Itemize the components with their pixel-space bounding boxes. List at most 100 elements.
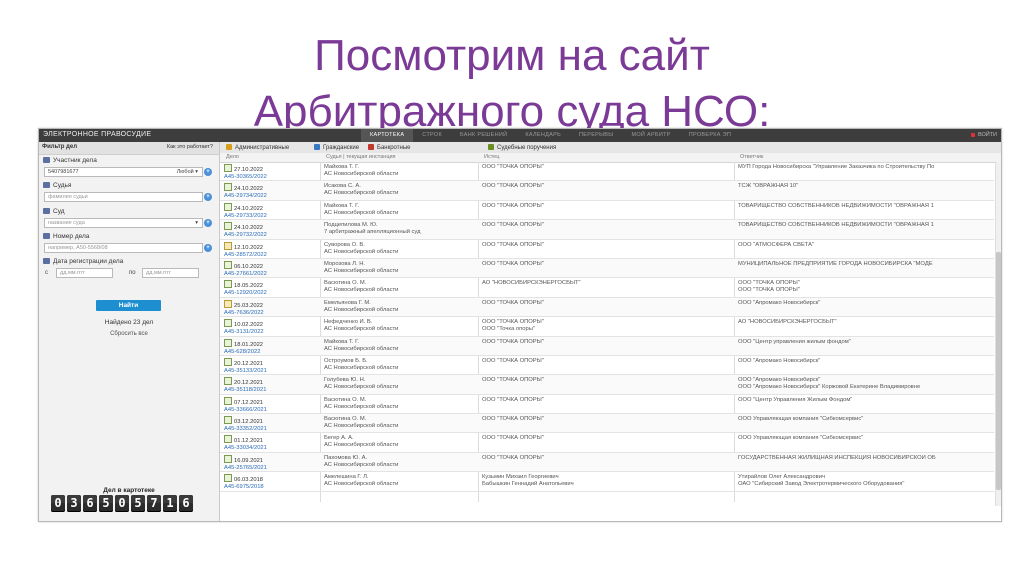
plaintiff-name[interactable]: ООО "ТОЧКА ОПОРЫ" — [482, 222, 730, 229]
table-row[interactable]: 25.03.2022 А45-7636/2022 Емельянова Г. М. А… — [220, 297, 994, 318]
defendant-name[interactable]: ООО Управляющая компания "Сибкомсервис" — [738, 435, 988, 442]
defendant-name[interactable]: ООО "Центр управления жилым фондом" — [738, 339, 988, 346]
table-row[interactable]: 20.12.2021 А45-35133/2021 Остроумов Б. Б. А… — [220, 356, 994, 376]
plaintiff-name[interactable]: ООО "ТОЧКА ОПОРЫ" — [482, 242, 730, 249]
plaintiff-name[interactable]: ООО "ТОЧКА ОПОРЫ" — [482, 377, 730, 384]
table-row[interactable]: 07.12.2021 А45-33666/2021 Васютина О. М. АС… — [220, 395, 994, 415]
defendant-name[interactable]: ООО "Апромако Новосибирск" — [738, 358, 988, 365]
plaintiff-name-2[interactable]: Бабышкин Геннадий Анатольевич — [482, 481, 730, 488]
plaintiff-name[interactable]: ООО "ТОЧКА ОПОРЫ" — [482, 358, 730, 365]
defendant-name[interactable]: ТСЖ "ОВРАЖНАЯ 10" — [738, 183, 988, 190]
plaintiff-name[interactable]: ООО "ТОЧКА ОПОРЫ" — [482, 455, 730, 462]
table-row[interactable]: 18.01.2022 А45-628/2022 Майкова Т. Г. АС Но… — [220, 336, 994, 356]
case-number-link[interactable]: А45-6975/2018 — [224, 484, 319, 491]
plaintiff-name[interactable]: ООО "ТОЧКА ОПОРЫ" — [482, 203, 730, 210]
defendant-name[interactable]: ООО "Центр Управления Жилым Фондом" — [738, 397, 988, 404]
reset-all-link[interactable]: Сбросить все — [39, 331, 219, 337]
table-row[interactable]: 20.12.2021 А45-35118/2021 Голубева Ю. Н. АС… — [220, 375, 994, 395]
defendant-name-2[interactable]: ООО "ТОЧКА ОПОРЫ" — [738, 287, 988, 294]
plaintiff-name[interactable]: ООО "ТОЧКА ОПОРЫ" — [482, 261, 730, 268]
col-case[interactable]: Дело — [226, 154, 239, 160]
defendant-name[interactable]: АО "НОВОСИБИРСКЭНЕРГОСБЫТ" — [738, 319, 988, 326]
table-row[interactable]: 06.10.2022 А45-27661/2022 Морозова Л. Н. АС… — [220, 258, 994, 279]
add-participant-button[interactable]: + — [204, 168, 212, 176]
participant-input[interactable]: 5407981677 Любой ▾ — [44, 167, 203, 177]
tab-bankruptcy[interactable]: Банкротные — [368, 144, 410, 151]
defendant-name[interactable]: МУП Города Новосибирска "Управление Зака… — [738, 164, 988, 171]
case-number-link[interactable]: А45-7636/2022 — [224, 310, 319, 317]
table-row[interactable]: 18.05.2022 А45-12920/2022 Васютина О. М. АС… — [220, 278, 994, 298]
plaintiff-name[interactable]: ООО "ТОЧКА ОПОРЫ" — [482, 300, 730, 307]
defendant-name-2[interactable]: ООО "Апромако Новосибирск" Коржовой Екат… — [738, 384, 988, 391]
add-case-number-button[interactable]: + — [204, 244, 212, 252]
table-row[interactable]: 24.10.2022 А45-29734/2022 Исакова С. А. АС … — [220, 181, 994, 201]
case-number-link[interactable]: А45-30365/2022 — [224, 174, 319, 181]
table-row[interactable]: 10.02.2022 А45-3131/2022 Нефедченко И. В. А… — [220, 317, 994, 337]
defendant-name[interactable]: ООО "АТМОСФЕРА СВЕТА" — [738, 242, 988, 249]
defendant-name[interactable]: МУНИЦИПАЛЬНОЕ ПРЕДПРИЯТИЕ ГОРОДА НОВОСИБ… — [738, 261, 988, 268]
table-row[interactable]: 16.09.2021 А45-25765/2021 Пахомова Ю. А. АС… — [220, 452, 994, 473]
scrollbar-thumb[interactable] — [996, 252, 1001, 490]
defendant-name-2[interactable]: ОАО "Сибирский Завод Электротермического… — [738, 481, 988, 488]
case-number-link[interactable]: А45-33666/2021 — [224, 407, 319, 414]
nav-item-check-signature[interactable]: ПРОВЕРКА ЭП — [680, 129, 740, 142]
court-select[interactable]: название суда ▾ — [44, 218, 203, 228]
add-judge-button[interactable]: + — [204, 193, 212, 201]
date-from-input[interactable]: дд.мм.гггг — [56, 268, 113, 278]
nav-item-calendar[interactable]: КАЛЕНДАРЬ — [516, 129, 570, 142]
help-link[interactable]: Как это работает? — [167, 144, 213, 150]
find-button[interactable]: Найти — [96, 300, 161, 311]
col-court[interactable]: Судья | текущая инстанция — [326, 154, 396, 160]
plaintiff-name-2[interactable]: ООО "Точка опоры" — [482, 326, 730, 333]
col-defendant[interactable]: Ответчик — [740, 154, 763, 160]
case-number-link[interactable]: А45-29733/2022 — [224, 213, 319, 220]
case-number-link[interactable]: А45-3131/2022 — [224, 329, 319, 336]
date-to-input[interactable]: дд.мм.гггг — [142, 268, 199, 278]
nav-item-my-arbiter[interactable]: МОЙ АРБИТР — [622, 129, 679, 142]
tab-court-orders[interactable]: Судебные поручения — [488, 144, 556, 151]
plaintiff-name[interactable]: АО "НОВОСИБИРСКЭНЕРГОСБЫТ" — [482, 280, 730, 287]
case-number-link[interactable]: А45-29732/2022 — [224, 232, 319, 239]
table-row[interactable]: 06.03.2018 А45-6975/2018 Амелешина Г. Л. АС… — [220, 472, 994, 492]
case-number-link[interactable]: А45-33352/2021 — [224, 426, 319, 433]
table-row[interactable]: 01.12.2021 А45-33034/2021 Бегер А. А. АС Но… — [220, 433, 994, 453]
nav-item-bank-decisions[interactable]: БАНК РЕШЕНИЙ — [451, 129, 516, 142]
defendant-name[interactable]: ООО "Апромако Новосибирск" — [738, 300, 988, 307]
table-row[interactable]: 24.10.2022 А45-29733/2022 Майкова Т. Г. АС … — [220, 201, 994, 221]
col-plaintiff[interactable]: Истец — [484, 154, 499, 160]
defendant-name[interactable]: ООО Управляющая компания "Сибкомсервис" — [738, 416, 988, 423]
tab-administrative[interactable]: Административные — [226, 144, 289, 151]
table-row[interactable]: 03.12.2021 А45-33352/2021 Васютина О. М. АС… — [220, 414, 994, 434]
plaintiff-name[interactable]: ООО "ТОЧКА ОПОРЫ" — [482, 435, 730, 442]
defendant-name[interactable]: ТОВАРИЩЕСТВО СОБСТВЕННИКОВ НЕДВИЖИМОСТИ … — [738, 222, 988, 229]
case-number-link[interactable]: А45-28572/2022 — [224, 252, 319, 259]
participant-role-select[interactable]: Любой ▾ — [177, 168, 198, 176]
add-court-button[interactable]: + — [204, 219, 212, 227]
nav-item-kartoteka[interactable]: КАРТОТЕКА — [361, 129, 414, 142]
plaintiff-name[interactable]: ООО "ТОЧКА ОПОРЫ" — [482, 416, 730, 423]
plaintiff-name[interactable]: ООО "ТОЧКА ОПОРЫ" — [482, 164, 730, 171]
table-row[interactable]: 27.10.2022 А45-30365/2022 Майкова Т. Г. АС … — [220, 162, 994, 182]
case-number-link[interactable]: А45-628/2022 — [224, 349, 319, 356]
site-brand[interactable]: ЭЛЕКТРОННОЕ ПРАВОСУДИЕ — [43, 131, 151, 138]
tab-civil[interactable]: Гражданские — [314, 144, 359, 151]
case-number-link[interactable]: А45-33034/2021 — [224, 445, 319, 452]
login-button[interactable]: ВОЙТИ — [970, 129, 997, 142]
case-number-link[interactable]: А45-27661/2022 — [224, 271, 319, 278]
case-number-input[interactable]: например, А50-5568/08 — [44, 243, 203, 253]
case-number-link[interactable]: А45-35133/2021 — [224, 368, 319, 375]
defendant-name[interactable]: ТОВАРИЩЕСТВО СОБСТВЕННИКОВ НЕДВИЖИМОСТИ … — [738, 203, 988, 210]
defendant-name[interactable]: ГОСУДАРСТВЕННАЯ ЖИЛИЩНАЯ ИНСПЕКЦИЯ НОВОС… — [738, 455, 988, 462]
table-row[interactable]: 24.10.2022 А45-29732/2022 Подцепилова М. Ю… — [220, 220, 994, 240]
plaintiff-name[interactable]: ООО "ТОЧКА ОПОРЫ" — [482, 319, 730, 326]
judge-input[interactable]: фамилия судьи — [44, 192, 203, 202]
case-number-link[interactable]: А45-12920/2022 — [224, 290, 319, 297]
table-row[interactable]: 12.10.2022 А45-28572/2022 Суворова О. В. АС… — [220, 240, 994, 259]
case-number-link[interactable]: А45-25765/2021 — [224, 465, 319, 472]
plaintiff-name[interactable]: ООО "ТОЧКА ОПОРЫ" — [482, 339, 730, 346]
nav-item-strok[interactable]: СТРОК — [413, 129, 451, 142]
case-number-link[interactable]: А45-29734/2022 — [224, 193, 319, 200]
case-number-link[interactable]: А45-35118/2021 — [224, 387, 319, 394]
plaintiff-name[interactable]: ООО "ТОЧКА ОПОРЫ" — [482, 183, 730, 190]
plaintiff-name[interactable]: ООО "ТОЧКА ОПОРЫ" — [482, 397, 730, 404]
